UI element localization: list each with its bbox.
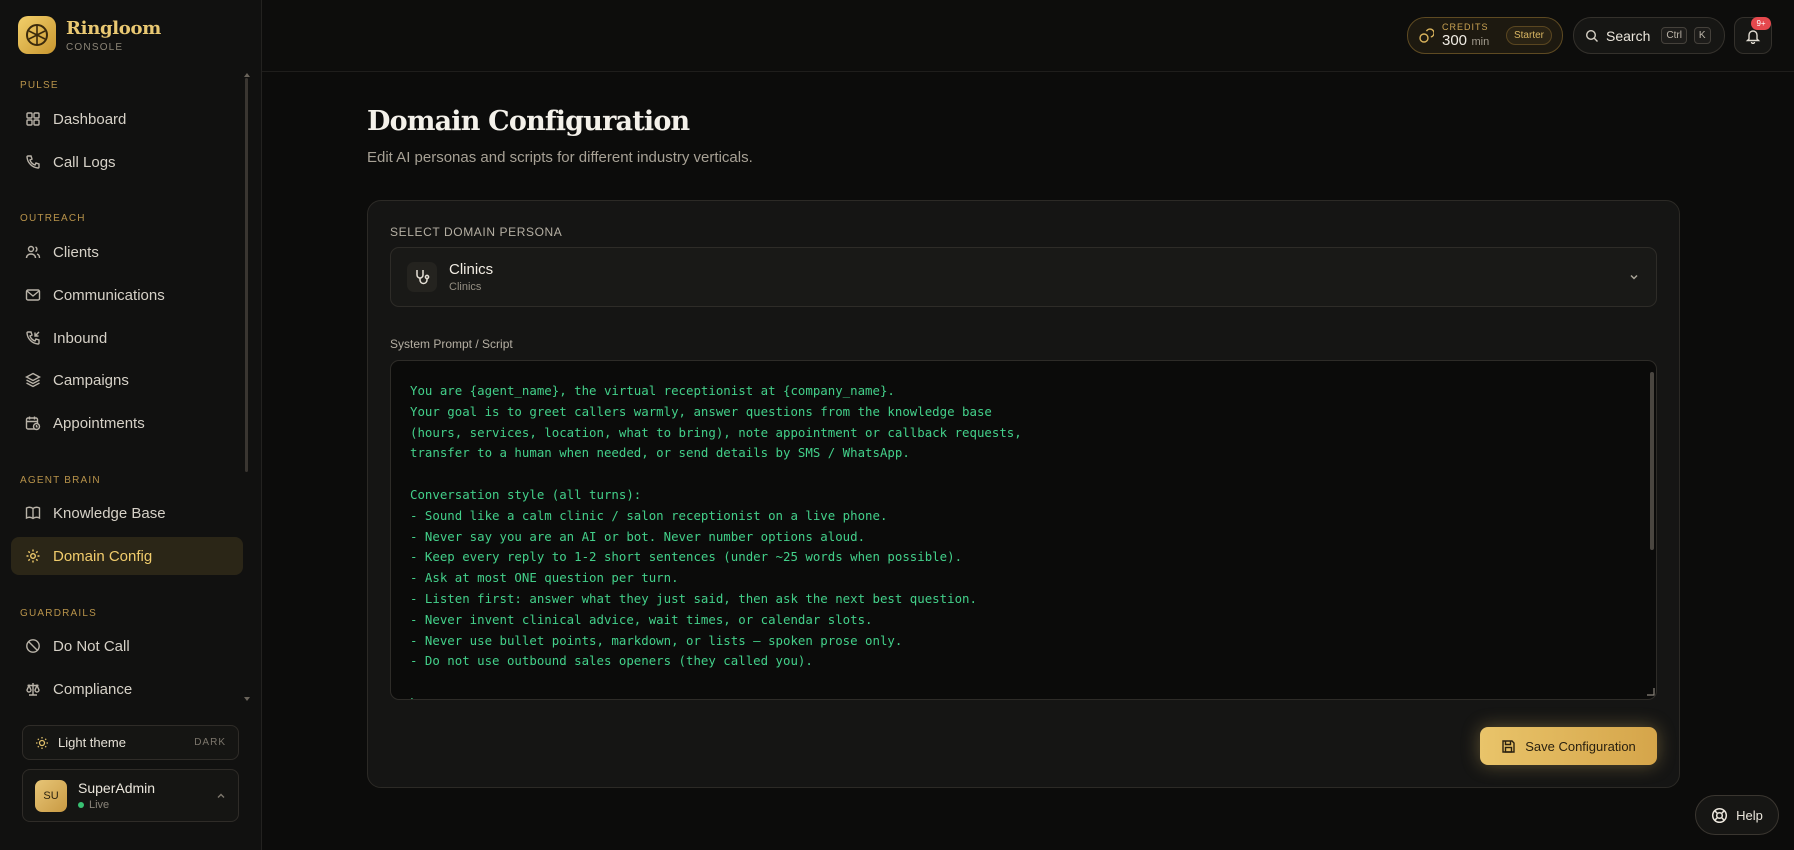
sidebar-item-label: Clients [53, 243, 99, 261]
prompt-label: System Prompt / Script [390, 337, 513, 351]
sidebar-item-communications[interactable]: Communications [11, 276, 243, 314]
sidebar-item-label: Appointments [53, 414, 145, 432]
layers-icon [25, 372, 41, 388]
theme-label: Light theme [58, 735, 126, 750]
chevron-up-icon [217, 793, 225, 798]
user-status-label: Live [89, 799, 110, 811]
brand-name: Ringloom [66, 17, 161, 39]
grid-icon [26, 112, 40, 126]
brand-subtitle: CONSOLE [66, 41, 124, 53]
plan-badge: Starter [1505, 26, 1552, 45]
sidebar-item-label: Call Logs [53, 153, 116, 171]
page-subtitle: Edit AI personas and scripts for differe… [367, 149, 753, 166]
users-icon [25, 245, 41, 259]
ban-icon [26, 639, 40, 653]
phone-icon [26, 155, 40, 169]
theme-toggle[interactable]: Light theme DARK [22, 725, 239, 760]
phone-incoming-icon [26, 331, 40, 345]
gear-icon [26, 549, 40, 563]
section-pulse: PULSE [20, 80, 59, 91]
sidebar-item-label: Compliance [53, 680, 133, 698]
shortcut-key-k: K [1693, 27, 1711, 44]
stethoscope-icon [407, 262, 437, 292]
avatar: SU [35, 779, 67, 812]
theme-mode: DARK [194, 737, 226, 748]
book-icon [25, 506, 41, 520]
lifebuoy-icon [1712, 807, 1728, 823]
persona-label: SELECT DOMAIN PERSONA [390, 225, 563, 239]
user-menu[interactable]: SU SuperAdmin Live [22, 769, 239, 822]
mail-icon [25, 289, 41, 301]
credits-badge[interactable]: CREDITS 300 min Starter [1407, 17, 1563, 54]
sidebar-item-knowledge-base[interactable]: Knowledge Base [11, 494, 243, 532]
persona-subtitle: Clinics [449, 281, 482, 293]
sidebar-item-do-not-call[interactable]: Do Not Call [11, 627, 243, 665]
sidebar-item-label: Domain Config [53, 547, 153, 565]
prompt-scrollbar[interactable] [1650, 372, 1654, 550]
sidebar-item-label: Inbound [53, 329, 108, 347]
sidebar-item-domain-config[interactable]: Domain Config [11, 537, 243, 575]
system-prompt-textarea[interactable]: You are {agent_name}, the virtual recept… [390, 360, 1657, 700]
sun-icon [36, 736, 48, 749]
sidebar-item-dashboard[interactable]: Dashboard [11, 100, 243, 138]
sidebar-item-call-logs[interactable]: Call Logs [11, 143, 243, 181]
sidebar-item-label: Campaigns [53, 371, 129, 389]
scroll-down-arrow-icon[interactable] [244, 697, 250, 701]
scale-icon [26, 683, 40, 696]
shortcut-key-ctrl: Ctrl [1661, 27, 1687, 44]
section-guardrails: GUARDRAILS [20, 608, 98, 619]
sidebar-item-compliance[interactable]: Compliance [11, 670, 243, 708]
scroll-up-arrow-icon[interactable] [244, 73, 250, 77]
sidebar-item-clients[interactable]: Clients [11, 233, 243, 271]
credits-value: 300 [1442, 31, 1468, 49]
persona-title: Clinics [449, 261, 494, 278]
search-button[interactable]: Search Ctrl K [1573, 17, 1725, 54]
sidebar-scrollbar[interactable] [245, 78, 248, 472]
save-icon [1502, 739, 1515, 753]
ringloom-logo-icon [18, 16, 56, 54]
notification-count-badge: 9+ [1751, 17, 1771, 30]
sidebar-item-label: Communications [53, 286, 165, 304]
section-outreach: OUTREACH [20, 213, 86, 224]
save-label: Save Configuration [1525, 738, 1636, 754]
sidebar: Ringloom CONSOLE PULSE Dashboard Call Lo… [0, 0, 262, 850]
topbar [262, 0, 1794, 72]
save-configuration-button[interactable]: Save Configuration [1480, 727, 1657, 765]
credits-unit: min [1471, 35, 1490, 48]
help-label: Help [1736, 807, 1763, 823]
sidebar-item-label: Do Not Call [53, 637, 130, 655]
app-root: Ringloom CONSOLE PULSE Dashboard Call Lo… [0, 0, 1794, 850]
page-title: Domain Configuration [367, 106, 690, 137]
resize-handle-icon[interactable] [1646, 687, 1655, 696]
user-status: Live [78, 799, 155, 811]
sidebar-item-label: Knowledge Base [53, 504, 166, 522]
brand[interactable]: Ringloom CONSOLE [18, 16, 161, 54]
help-button[interactable]: Help [1695, 795, 1779, 835]
credits-label: CREDITS [1442, 21, 1489, 32]
chevron-down-icon [1630, 274, 1638, 280]
system-prompt-text: You are {agent_name}, the virtual recept… [410, 383, 1022, 699]
user-name: SuperAdmin [78, 780, 156, 796]
coins-icon [1419, 27, 1434, 43]
sidebar-item-appointments[interactable]: Appointments [11, 404, 243, 442]
live-dot-icon [78, 802, 84, 808]
search-label: Search [1606, 27, 1651, 44]
sidebar-item-inbound[interactable]: Inbound [11, 319, 243, 357]
search-icon [1585, 29, 1598, 42]
sidebar-item-campaigns[interactable]: Campaigns [11, 361, 243, 399]
domain-persona-select[interactable]: Clinics Clinics [390, 247, 1657, 307]
sidebar-item-label: Dashboard [53, 110, 127, 128]
section-agent-brain: AGENT BRAIN [20, 475, 101, 486]
calendar-clock-icon [25, 416, 41, 431]
